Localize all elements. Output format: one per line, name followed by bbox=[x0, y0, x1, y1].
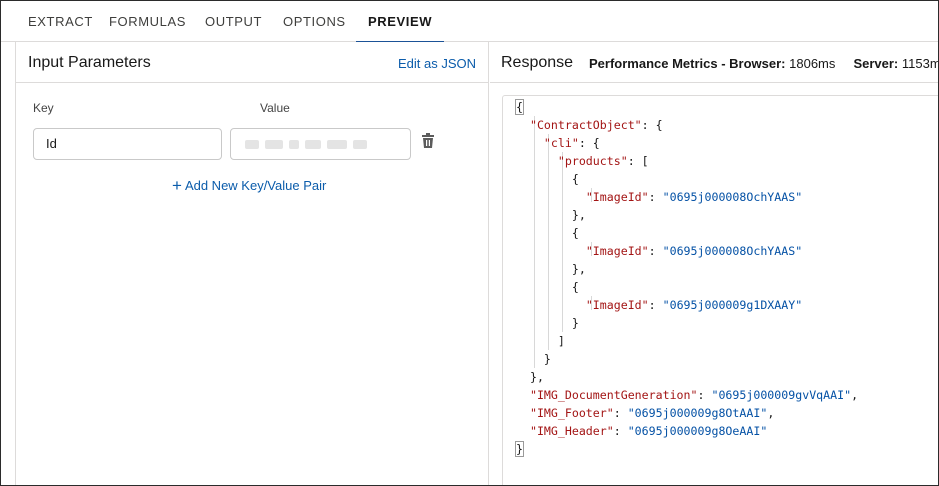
json-line: "IMG_Footer": "0695j000009g8OtAAI", bbox=[516, 404, 858, 422]
add-pair-label: Add New Key/Value Pair bbox=[184, 178, 327, 193]
json-key: "IMG_Footer" bbox=[529, 406, 614, 420]
json-line: ] bbox=[516, 332, 858, 350]
metrics-server-label: Server: bbox=[853, 56, 899, 71]
json-punctuation: { bbox=[571, 280, 579, 294]
json-string-value: "0695j000009g8OeAAI" bbox=[627, 424, 768, 438]
json-line: } bbox=[515, 440, 858, 458]
json-line: "ImageId": "0695j000008OchYAAS" bbox=[516, 188, 858, 206]
response-title: Response bbox=[501, 54, 574, 71]
tab-output[interactable]: OUTPUT bbox=[205, 1, 262, 42]
json-line: }, bbox=[516, 260, 858, 278]
json-line: { bbox=[516, 224, 858, 242]
json-punctuation: : bbox=[648, 298, 663, 312]
tab-preview[interactable]: PREVIEW bbox=[355, 1, 445, 43]
json-line: } bbox=[516, 314, 858, 332]
json-punctuation: } bbox=[571, 316, 579, 330]
plus-icon: + bbox=[172, 176, 182, 195]
json-line: "IMG_Header": "0695j000009g8OeAAI" bbox=[516, 422, 858, 440]
json-punctuation: }, bbox=[571, 208, 586, 222]
json-punctuation: , bbox=[851, 388, 859, 402]
redacted-value bbox=[245, 140, 367, 149]
trash-icon[interactable] bbox=[421, 133, 435, 149]
json-string-value: "0695j000008OchYAAS" bbox=[662, 244, 803, 258]
json-punctuation: { bbox=[515, 99, 524, 115]
app-frame: EXTRACT FORMULAS OUTPUT OPTIONS PREVIEW … bbox=[0, 0, 939, 486]
json-punctuation: : bbox=[648, 244, 663, 258]
json-string-value: "0695j000009g8OtAAI" bbox=[627, 406, 768, 420]
json-punctuation: : [ bbox=[627, 154, 649, 168]
json-punctuation: } bbox=[515, 441, 524, 457]
json-line: "products": [ bbox=[516, 152, 858, 170]
json-punctuation: { bbox=[571, 226, 579, 240]
json-line: }, bbox=[516, 206, 858, 224]
input-panel-title: Input Parameters bbox=[28, 54, 151, 71]
json-key: "ContractObject" bbox=[529, 118, 642, 132]
tab-options[interactable]: OPTIONS bbox=[283, 1, 346, 42]
json-punctuation: , bbox=[767, 406, 775, 420]
json-punctuation: }, bbox=[529, 370, 544, 384]
json-string-value: "0695j000009gvVqAAI" bbox=[711, 388, 852, 402]
json-key: "cli" bbox=[543, 136, 579, 150]
json-punctuation: : bbox=[648, 190, 663, 204]
value-column-label: Value bbox=[260, 101, 290, 115]
json-key: "ImageId" bbox=[585, 298, 649, 312]
json-string-value: "0695j000009g1DXAAY" bbox=[662, 298, 803, 312]
input-parameters-panel: Input Parameters Edit as JSON Key Value … bbox=[15, 42, 489, 485]
json-punctuation: }, bbox=[571, 262, 586, 276]
json-punctuation: : bbox=[613, 406, 628, 420]
add-key-value-pair-button[interactable]: + Add New Key/Value Pair bbox=[172, 175, 326, 195]
json-punctuation: : { bbox=[578, 136, 600, 150]
tab-formulas[interactable]: FORMULAS bbox=[109, 1, 186, 42]
key-input[interactable]: Id bbox=[33, 128, 222, 160]
value-input[interactable] bbox=[230, 128, 411, 160]
json-line: "ImageId": "0695j000008OchYAAS" bbox=[516, 242, 858, 260]
json-punctuation: ] bbox=[557, 334, 565, 348]
json-key: "ImageId" bbox=[585, 190, 649, 204]
json-punctuation: } bbox=[543, 352, 551, 366]
json-punctuation: : bbox=[613, 424, 628, 438]
json-punctuation: { bbox=[571, 172, 579, 186]
json-punctuation: : bbox=[697, 388, 712, 402]
metrics-server-time: 1153m bbox=[901, 56, 939, 71]
json-line: "ContractObject": { bbox=[516, 116, 858, 134]
metrics-browser-time: 1806ms bbox=[789, 56, 836, 71]
json-string-value: "0695j000008OchYAAS" bbox=[662, 190, 803, 204]
json-line: }, bbox=[516, 368, 858, 386]
response-panel: Response Performance Metrics - Browser: … bbox=[490, 42, 939, 485]
response-panel-header: Response Performance Metrics - Browser: … bbox=[490, 42, 939, 83]
json-key: "ImageId" bbox=[585, 244, 649, 258]
json-line: "cli": { bbox=[516, 134, 858, 152]
tab-bar: EXTRACT FORMULAS OUTPUT OPTIONS PREVIEW bbox=[1, 1, 938, 43]
edit-as-json-link[interactable]: Edit as JSON bbox=[398, 56, 476, 71]
json-line: "ImageId": "0695j000009g1DXAAY" bbox=[516, 296, 858, 314]
left-gutter bbox=[1, 42, 15, 485]
json-line: { bbox=[516, 278, 858, 296]
performance-metrics: Performance Metrics - Browser: 1806ms Se… bbox=[589, 56, 939, 71]
json-key: "products" bbox=[557, 154, 628, 168]
json-response-viewer[interactable]: { "ContractObject": { "cli": { "products… bbox=[502, 95, 938, 485]
key-column-label: Key bbox=[33, 101, 54, 115]
metrics-browser-label: Performance Metrics - Browser: bbox=[589, 56, 786, 71]
json-punctuation: : { bbox=[641, 118, 663, 132]
json-line: { bbox=[515, 98, 858, 116]
json-code: { "ContractObject": { "cli": { "products… bbox=[515, 98, 858, 458]
json-key: "IMG_DocumentGeneration" bbox=[529, 388, 698, 402]
tab-extract[interactable]: EXTRACT bbox=[28, 1, 93, 42]
input-panel-header: Input Parameters Edit as JSON bbox=[16, 42, 488, 83]
json-line: { bbox=[516, 170, 858, 188]
json-line: "IMG_DocumentGeneration": "0695j000009gv… bbox=[516, 386, 858, 404]
json-key: "IMG_Header" bbox=[529, 424, 614, 438]
json-line: } bbox=[516, 350, 858, 368]
